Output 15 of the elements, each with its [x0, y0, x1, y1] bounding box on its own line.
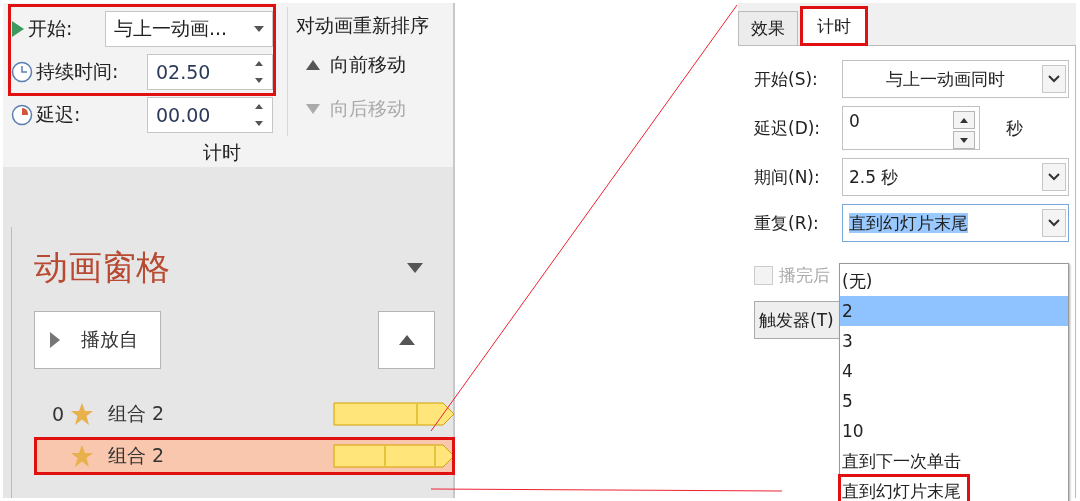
- group-label: 计时: [203, 140, 241, 165]
- field-label: 开始:: [28, 15, 73, 41]
- field-label: 开始(S):: [754, 67, 819, 91]
- item-name: 组合 2: [108, 401, 165, 426]
- field-label: 重复(R):: [754, 211, 820, 235]
- checkbox-label: 播完后: [779, 264, 830, 287]
- field-label: 延迟(D):: [754, 116, 822, 140]
- order-number: 0: [52, 403, 64, 425]
- field-label: 持续时间:: [36, 58, 119, 84]
- pane-title: 动画窗格: [34, 246, 170, 289]
- unit-label: 秒: [1006, 116, 1023, 140]
- item-name: 组合 2: [108, 443, 165, 468]
- section-title: 对动画重新排序: [296, 13, 429, 38]
- field-label: 期间(N):: [754, 165, 821, 189]
- field-label: 延迟:: [36, 101, 81, 127]
